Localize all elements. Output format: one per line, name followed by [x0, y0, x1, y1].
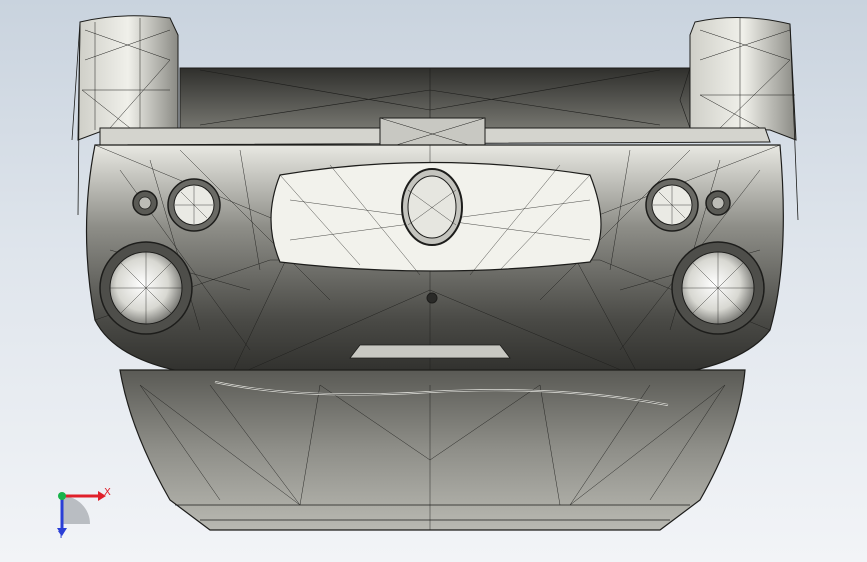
center-screw-hole [426, 292, 438, 304]
x-axis-label: X [104, 487, 111, 498]
right-ring-small [705, 190, 731, 216]
model-wireframe[interactable] [0, 0, 867, 562]
left-ring-medium [167, 178, 221, 232]
triad-shadow-arc [62, 496, 90, 524]
coordinate-triad [57, 491, 106, 536]
graphics-viewport[interactable]: X Y [0, 0, 867, 562]
left-lens [99, 241, 193, 335]
lower-tray [119, 344, 746, 531]
triad-origin [58, 492, 66, 500]
left-ring-small [132, 190, 158, 216]
right-ring-medium [645, 178, 699, 232]
right-lens [671, 241, 765, 335]
y-axis-label: Y [58, 530, 65, 541]
center-window [270, 161, 602, 276]
